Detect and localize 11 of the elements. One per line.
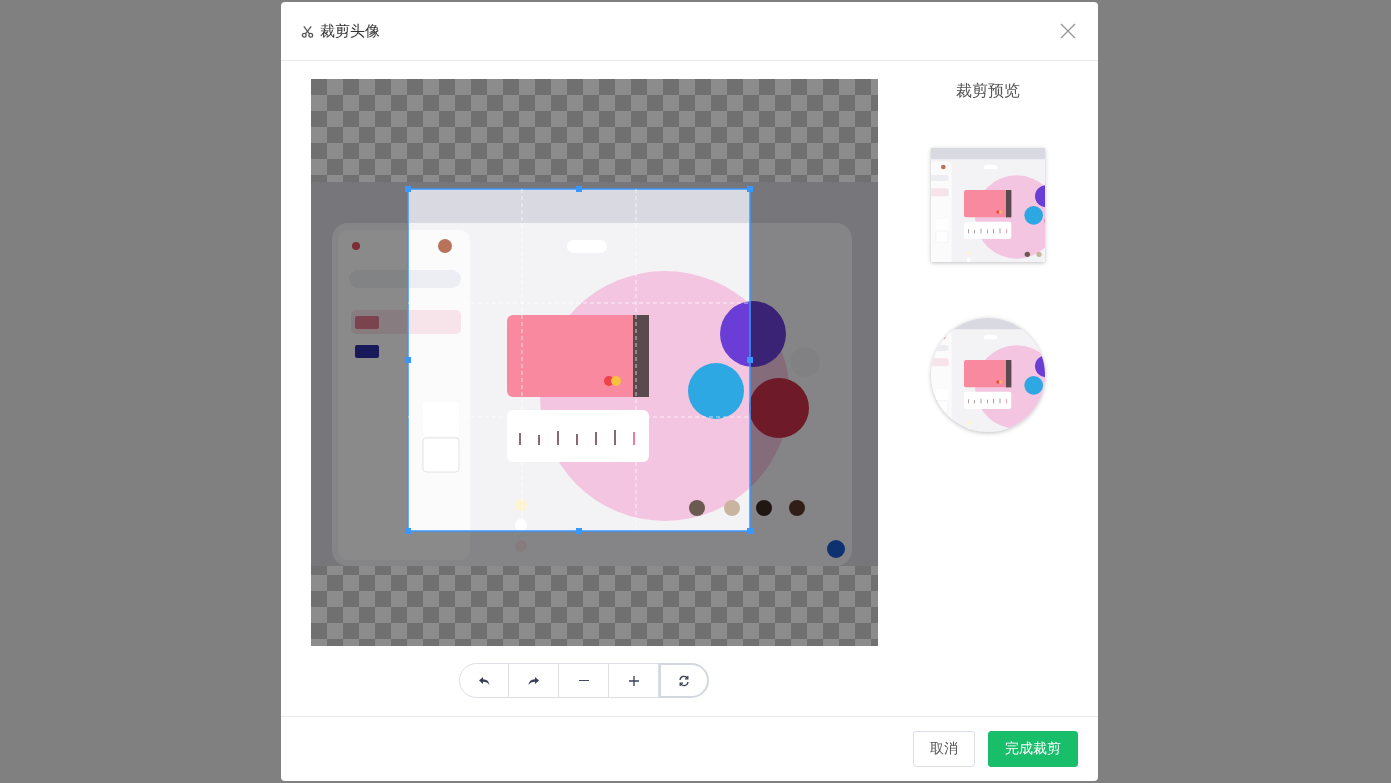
minus-icon <box>578 679 589 682</box>
cancel-button[interactable]: 取消 <box>913 731 975 767</box>
rotate-icon <box>677 673 691 688</box>
rotate-button[interactable] <box>659 663 709 698</box>
scissors-icon <box>301 24 314 38</box>
close-icon <box>1060 23 1076 39</box>
preview-title: 裁剪预览 <box>956 81 1020 102</box>
plus-button[interactable] <box>609 663 659 698</box>
dialog-title: 裁剪头像 <box>320 21 381 41</box>
crop-canvas[interactable] <box>311 79 878 646</box>
plus-icon <box>626 673 641 688</box>
